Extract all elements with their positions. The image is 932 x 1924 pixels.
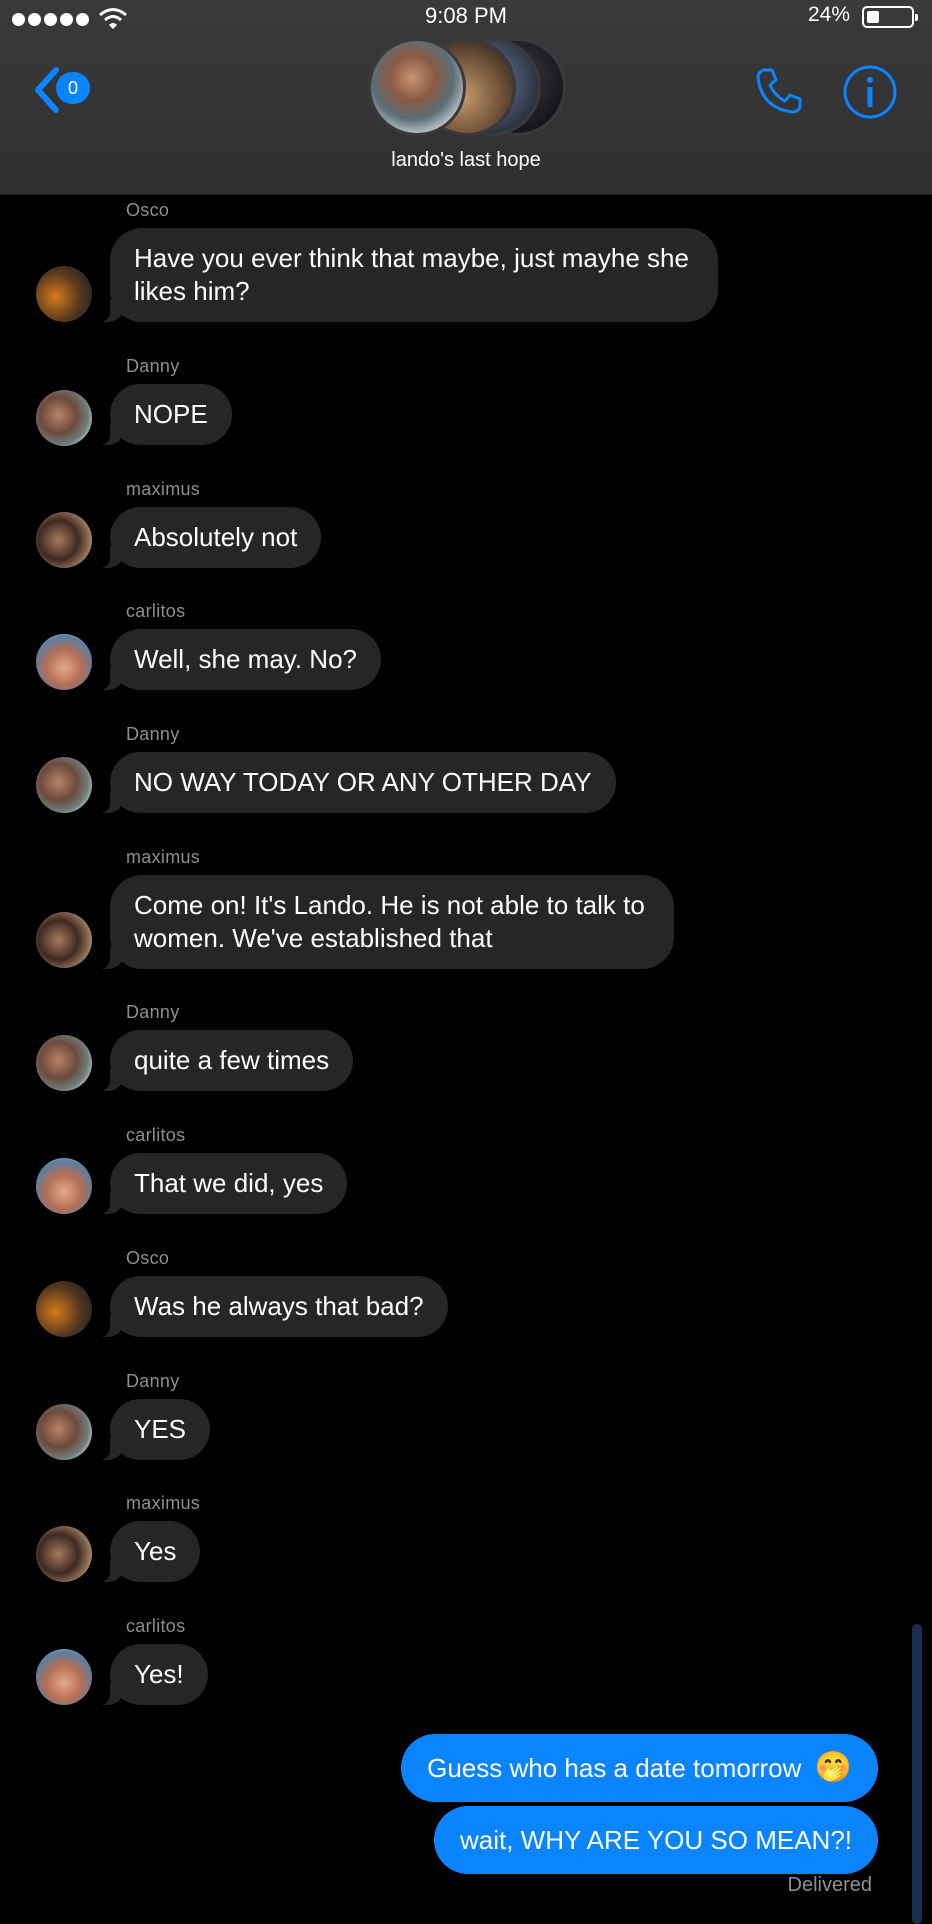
nav-header: 9:08 PM 24% 0 lando's last hope (0, 0, 932, 195)
avatar-danny[interactable] (36, 1035, 92, 1091)
sender-name: maximus (126, 1493, 201, 1513)
group-name[interactable]: lando's last hope (0, 149, 932, 172)
delivered-status: Delivered (787, 1874, 872, 1896)
avatar-carlitos[interactable] (36, 634, 92, 690)
avatar-danny[interactable] (36, 390, 92, 446)
outgoing-message-bubble[interactable]: Guess who has a date tomorrow 🤭 (401, 1734, 878, 1802)
sender-name: Danny (126, 724, 180, 744)
sender-name: Danny (126, 356, 180, 376)
avatar-carlitos[interactable] (36, 1649, 92, 1705)
group-avatar-1 (368, 38, 466, 136)
hand-over-mouth-emoji-icon: 🤭 (814, 1751, 852, 1784)
message-text: Guess who has a date tomorrow (427, 1753, 802, 1783)
message-bubble[interactable]: NO WAY TODAY OR ANY OTHER DAY (98, 752, 616, 813)
scrollbar[interactable] (912, 1624, 922, 1924)
message-bubble[interactable]: Was he always that bad? (98, 1276, 448, 1337)
status-time: 9:08 PM (425, 3, 507, 28)
outgoing-message-bubble[interactable]: wait, WHY ARE YOU SO MEAN?! (433, 1806, 878, 1874)
avatar-osco[interactable] (36, 266, 92, 322)
avatar-maximus[interactable] (36, 1526, 92, 1582)
message-bubble[interactable]: Yes! (98, 1644, 208, 1705)
avatar-maximus[interactable] (36, 512, 92, 568)
message-bubble[interactable]: NOPE (98, 384, 232, 445)
avatar-carlitos[interactable] (36, 1158, 92, 1214)
sender-name: maximus (126, 847, 201, 867)
message-bubble[interactable]: YES (97, 1399, 211, 1460)
sender-name: Danny (126, 1371, 180, 1391)
sender-name: Danny (126, 1002, 180, 1022)
message-bubble[interactable]: Well, she may. No? (97, 629, 382, 690)
back-button[interactable]: 0 (32, 64, 102, 116)
battery-icon (862, 6, 918, 28)
group-avatars[interactable] (368, 38, 566, 136)
battery-percent: 24% (807, 3, 850, 26)
sender-name: carlitos (126, 601, 186, 621)
message-bubble[interactable]: quite a few times (97, 1030, 354, 1091)
message-bubble[interactable]: Have you ever think that maybe, just may… (98, 228, 718, 322)
sender-name: Osco (126, 1248, 170, 1268)
message-bubble[interactable]: Yes (97, 1521, 201, 1582)
unread-count-badge: 0 (56, 72, 90, 104)
sender-name: Osco (126, 200, 170, 220)
sender-name: carlitos (126, 1616, 186, 1636)
status-bar: 9:08 PM 24% (0, 0, 932, 36)
avatar-maximus[interactable] (36, 912, 92, 968)
phone-call-icon[interactable] (752, 64, 806, 118)
message-bubble[interactable]: That we did, yes (97, 1153, 348, 1214)
info-icon[interactable] (842, 64, 898, 120)
avatar-danny[interactable] (36, 1404, 92, 1460)
avatar-danny[interactable] (36, 757, 92, 813)
message-bubble[interactable]: Come on! It's Lando. He is not able to t… (98, 875, 674, 969)
sender-name: maximus (126, 479, 201, 499)
message-bubble[interactable]: Absolutely not (97, 507, 322, 568)
avatar-osco[interactable] (36, 1281, 92, 1337)
sender-name: carlitos (126, 1125, 186, 1145)
